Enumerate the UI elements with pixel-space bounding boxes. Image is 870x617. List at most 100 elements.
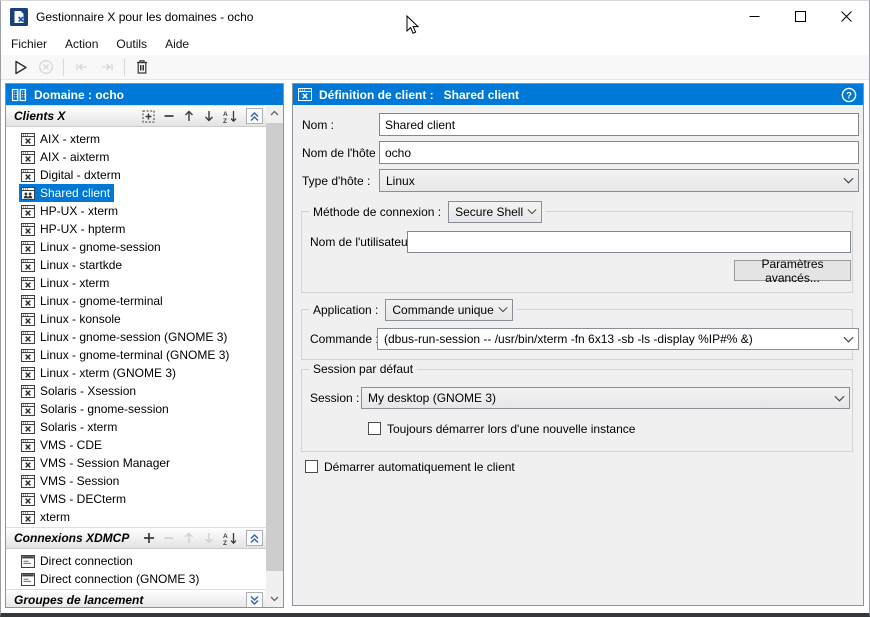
- chevron-down-icon: [843, 336, 854, 343]
- advanced-settings-button[interactable]: Paramètres avancés...: [734, 260, 851, 281]
- host-type-select[interactable]: Linux: [379, 169, 859, 192]
- list-item[interactable]: Shared client: [6, 184, 266, 202]
- autostart-checkbox[interactable]: [305, 460, 318, 473]
- session-label: Session :: [310, 387, 359, 409]
- chevron-down-icon: [498, 306, 508, 313]
- menu-action[interactable]: Action: [56, 34, 107, 54]
- list-item-label: xterm: [40, 510, 70, 524]
- section-header-groupes-de-lancement[interactable]: Groupes de lancement: [6, 589, 266, 607]
- scroll-down-button[interactable]: [266, 590, 283, 607]
- menu-outils[interactable]: Outils: [107, 34, 156, 54]
- username-input[interactable]: [407, 231, 851, 253]
- list-item[interactable]: Linux - gnome-terminal: [6, 292, 266, 310]
- expand-section-button[interactable]: [246, 592, 263, 607]
- session-select[interactable]: My desktop (GNOME 3): [361, 387, 850, 409]
- list-item[interactable]: HP-UX - xterm: [6, 202, 266, 220]
- section-header-connexions-xdmcp[interactable]: Connexions XDMCPAZ: [6, 527, 266, 549]
- list-item[interactable]: Linux - konsole: [6, 310, 266, 328]
- list-item[interactable]: Solaris - gnome-session: [6, 400, 266, 418]
- client-icon: [21, 403, 35, 416]
- help-icon[interactable]: ?: [841, 87, 857, 103]
- application-mode-select[interactable]: Commande unique: [385, 299, 513, 321]
- menu-fichier[interactable]: Fichier: [2, 34, 56, 54]
- client-icon: [21, 313, 35, 326]
- list-item[interactable]: VMS - CDE: [6, 436, 266, 454]
- new-client-button[interactable]: [142, 110, 155, 123]
- client-icon: [21, 385, 35, 398]
- menu-aide[interactable]: Aide: [156, 34, 198, 54]
- list-item-label: Shared client: [40, 186, 110, 200]
- host-type-value: Linux: [386, 174, 415, 188]
- list-item[interactable]: Linux - gnome-terminal (GNOME 3): [6, 346, 266, 364]
- list-item[interactable]: Digital - dxterm: [6, 166, 266, 184]
- window-title: Gestionnaire X pour les domaines - ocho: [36, 10, 253, 24]
- list-item[interactable]: AIX - aixterm: [6, 148, 266, 166]
- list-item-label: VMS - DECterm: [40, 492, 126, 506]
- maximize-button[interactable]: [777, 1, 823, 31]
- list-item[interactable]: Linux - xterm (GNOME 3): [6, 364, 266, 382]
- always-start-checkbox[interactable]: [368, 422, 381, 435]
- move-up-button[interactable]: [183, 110, 195, 122]
- name-input[interactable]: [379, 113, 859, 136]
- list-item-label: HP-UX - xterm: [40, 204, 118, 218]
- run-button[interactable]: [7, 56, 33, 78]
- app-icon: [10, 8, 28, 26]
- list-item[interactable]: VMS - Session: [6, 472, 266, 490]
- svg-text:A: A: [223, 111, 228, 118]
- new-connection-button[interactable]: [143, 532, 155, 544]
- list-item[interactable]: Direct connection: [6, 552, 266, 570]
- move-up-button: [183, 532, 195, 544]
- list-item-label: Solaris - gnome-session: [40, 402, 169, 416]
- host-input[interactable]: [379, 141, 859, 164]
- list-item[interactable]: HP-UX - hpterm: [6, 220, 266, 238]
- sidebar-scrollbar[interactable]: [266, 105, 283, 607]
- list-item[interactable]: Linux - startkde: [6, 256, 266, 274]
- list-item[interactable]: Solaris - xterm: [6, 418, 266, 436]
- connection-legend: Méthode de connexion : Secure Shell: [309, 200, 546, 223]
- collapse-section-button[interactable]: [246, 108, 263, 124]
- scroll-up-button[interactable]: [266, 105, 283, 122]
- toolbar-separator: [124, 59, 125, 76]
- sidebar-body: Clients XAZ AIX - xtermAIX - aixterm Digit…: [6, 105, 266, 607]
- list-item-label: Direct connection (GNOME 3): [40, 572, 199, 586]
- minimize-button[interactable]: [731, 1, 777, 31]
- list-item[interactable]: Linux - gnome-session (GNOME 3): [6, 328, 266, 346]
- list-item-label: Linux - konsole: [40, 312, 121, 326]
- list-item-label: VMS - Session: [40, 474, 119, 488]
- svg-text:?: ?: [846, 90, 852, 101]
- section-header-clients-x[interactable]: Clients XAZ: [6, 105, 266, 127]
- delete-button[interactable]: [129, 56, 155, 78]
- connection-method-select[interactable]: Secure Shell: [448, 201, 542, 223]
- move-down-button[interactable]: [203, 110, 215, 122]
- command-combobox[interactable]: (dbus-run-session -- /usr/bin/xterm -fn …: [377, 328, 859, 350]
- client-definition-panel: Définition de client : Shared client ? N…: [292, 83, 864, 606]
- client-icon: [21, 331, 35, 344]
- sort-button[interactable]: AZ: [223, 532, 238, 545]
- menu-bar: FichierActionOutilsAide: [1, 33, 869, 55]
- sort-button[interactable]: AZ: [223, 110, 238, 123]
- close-button[interactable]: [823, 1, 869, 31]
- list-item-label: Digital - dxterm: [40, 168, 121, 182]
- client-icon: [21, 421, 35, 434]
- list-item[interactable]: VMS - DECterm: [6, 490, 266, 508]
- remove-client-button[interactable]: [163, 110, 175, 122]
- list-item[interactable]: Solaris - Xsession: [6, 382, 266, 400]
- list-item[interactable]: Linux - xterm: [6, 274, 266, 292]
- section-title: Groupes de lancement: [14, 593, 143, 607]
- command-label: Commande :: [310, 328, 379, 350]
- list-item-label: Linux - gnome-terminal: [40, 294, 163, 308]
- client-icon: [21, 367, 35, 380]
- list-item[interactable]: xterm: [6, 508, 266, 526]
- list-item[interactable]: VMS - Session Manager: [6, 454, 266, 472]
- client-window-icon: [298, 88, 312, 101]
- xdmcp-icon: [21, 573, 35, 586]
- list-item[interactable]: Linux - gnome-session: [6, 238, 266, 256]
- scroll-thumb[interactable]: [266, 123, 283, 571]
- collapse-section-button[interactable]: [246, 530, 263, 546]
- client-icon: [21, 259, 35, 272]
- client-icon: [21, 493, 35, 506]
- list-item[interactable]: Direct connection (GNOME 3): [6, 570, 266, 588]
- list-item[interactable]: AIX - xterm: [6, 130, 266, 148]
- chevron-down-icon: [527, 208, 537, 215]
- list-item-label: Linux - gnome-session: [40, 240, 161, 254]
